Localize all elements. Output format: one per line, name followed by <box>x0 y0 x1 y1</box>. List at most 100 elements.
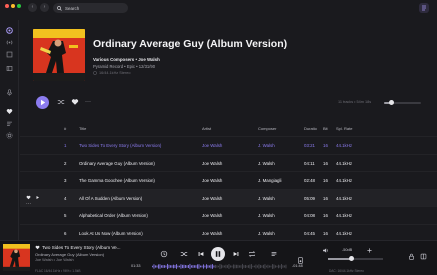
waveform-bar <box>179 265 180 268</box>
track-composer: J. Walsh <box>258 213 275 218</box>
shuffle-icon <box>180 252 188 256</box>
col-rate[interactable]: Spl. Rate <box>336 126 352 131</box>
album-artists[interactable]: Various Composers • Joe Walsh <box>93 57 160 62</box>
track-row[interactable]: ··· 4 All Of A Sudden (Album Version) Joe W… <box>20 188 437 207</box>
track-artist[interactable]: Joe Walsh <box>202 143 222 148</box>
play-album-button[interactable] <box>36 96 49 109</box>
now-playing-favorite-button[interactable] <box>35 245 40 252</box>
volume-icon[interactable] <box>322 247 329 254</box>
track-row[interactable]: 2 Ordinary Average Guy (Album Version) Joe… <box>20 153 437 171</box>
track-duration: 04:08 <box>304 213 315 218</box>
search-bar[interactable] <box>53 3 128 13</box>
lock-button[interactable] <box>408 253 415 260</box>
volume-up-button[interactable] <box>366 247 373 254</box>
pause-button[interactable] <box>211 247 225 261</box>
track-duration: 03:21 <box>304 143 315 148</box>
speaker-device-icon <box>298 257 303 264</box>
favorite-album-button[interactable] <box>71 98 79 106</box>
album-volume-slider[interactable] <box>384 100 421 105</box>
waveform-bar <box>282 265 284 268</box>
track-row[interactable]: 3 The Gamma Goochee (Album Version) Joe Wa… <box>20 171 437 188</box>
volume-db: -50dB <box>342 248 353 252</box>
waveform-bar <box>258 264 260 269</box>
track-artist[interactable]: Joe Walsh <box>202 213 222 218</box>
waveform-bar <box>257 265 258 268</box>
waveform-bar <box>285 264 287 269</box>
col-duration[interactable]: Duratio <box>304 126 317 131</box>
search-input[interactable] <box>65 5 125 11</box>
album-icon <box>6 51 13 58</box>
col-num[interactable]: # <box>64 126 66 131</box>
player-volume-slider[interactable] <box>328 256 383 261</box>
repeat-icon <box>248 251 256 257</box>
waveform-bar <box>201 265 203 268</box>
repeat-button[interactable] <box>248 250 256 258</box>
shuffle-button[interactable] <box>57 98 65 106</box>
waveform-bar <box>278 264 279 269</box>
track-rate: 44.1kHz <box>336 178 353 183</box>
track-row[interactable]: 1 Two Sides To Every Story (Album Version… <box>20 136 437 153</box>
close-window-button[interactable] <box>5 4 9 8</box>
track-title[interactable]: Alphabetical Order (Album Version) <box>79 213 148 218</box>
quality-icon <box>93 71 97 75</box>
next-button[interactable] <box>232 250 240 258</box>
queue-button[interactable] <box>419 3 429 13</box>
col-composer[interactable]: Composer <box>258 126 276 131</box>
track-duration: 02:48 <box>304 178 315 183</box>
sidebar-item-radio[interactable] <box>6 39 13 46</box>
forward-button[interactable]: › <box>40 3 49 12</box>
sidebar-item-home[interactable] <box>6 27 13 34</box>
sidebar-item-library[interactable] <box>6 65 13 72</box>
waveform-bar <box>155 265 156 268</box>
now-playing-artist[interactable]: Joe Walsh • Joe Walsh <box>35 258 74 262</box>
col-artist[interactable]: Artist <box>202 126 211 131</box>
sidebar-item-microphone[interactable] <box>6 89 13 96</box>
col-title[interactable]: Title <box>79 126 86 131</box>
history-button[interactable] <box>160 250 168 258</box>
track-title[interactable]: Ordinary Average Guy (Album Version) <box>79 161 155 166</box>
track-row[interactable]: 6 Look At Us Now (Album Version) Joe Walsh… <box>20 223 437 241</box>
play-icon[interactable] <box>35 195 40 200</box>
waveform-bar <box>204 265 206 268</box>
back-button[interactable]: ‹ <box>28 3 37 12</box>
track-title[interactable]: Two Sides To Every Story (Album Version) <box>79 143 161 148</box>
sidebar-item-albums[interactable] <box>6 51 13 58</box>
track-artist[interactable]: Joe Walsh <box>202 231 222 236</box>
track-rate: 44.1kHz <box>336 213 353 218</box>
track-title[interactable]: The Gamma Goochee (Album Version) <box>79 178 155 183</box>
col-bit[interactable]: Bit <box>323 126 328 131</box>
sidebar-item-favorites[interactable] <box>6 108 13 115</box>
more-options-button[interactable]: ··· <box>84 98 92 106</box>
track-bit: 16 <box>323 160 328 166</box>
sidebar-item-settings[interactable] <box>6 132 13 139</box>
expand-button[interactable] <box>420 253 427 260</box>
previous-button[interactable] <box>197 250 205 258</box>
album-volume-knob[interactable] <box>388 100 394 105</box>
library-icon <box>6 66 13 71</box>
title-bar: ‹ › <box>0 0 437 20</box>
track-row[interactable]: 5 Alphabetical Order (Album Version) Joe W… <box>20 206 437 223</box>
heart-icon[interactable] <box>26 195 31 200</box>
now-playing-title[interactable]: Two Sides To Every Story (Album Ve... <box>42 245 121 250</box>
tracks-info: 11 tracks • 54m 18s <box>338 100 372 104</box>
zoom-window-button[interactable] <box>17 4 21 8</box>
player-volume-knob[interactable] <box>348 256 354 261</box>
now-playing-cover[interactable] <box>3 244 30 271</box>
waveform-bar <box>263 264 264 269</box>
waveform-bar <box>221 264 222 269</box>
track-artist[interactable]: Joe Walsh <box>202 178 222 183</box>
track-artist[interactable]: Joe Walsh <box>202 196 222 201</box>
minimize-window-button[interactable] <box>11 4 15 8</box>
track-title[interactable]: All Of A Sudden (Album Version) <box>79 196 142 201</box>
waveform-bar <box>222 265 224 268</box>
waveform-seekbar[interactable] <box>152 263 287 270</box>
track-title[interactable]: Look At Us Now (Album Version) <box>79 231 143 236</box>
track-table-header: # Title Artist Composer Duratio Bit Spl.… <box>20 124 437 134</box>
shuffle-button-player[interactable] <box>180 250 188 258</box>
now-playing-album[interactable]: Ordinary Average Guy (Album Version) <box>35 252 104 257</box>
device-button[interactable] <box>297 257 304 264</box>
track-artist[interactable]: Joe Walsh <box>202 161 222 166</box>
lyrics-button[interactable] <box>270 250 278 258</box>
sidebar-item-playlists[interactable] <box>6 120 13 127</box>
track-bit: 16 <box>323 143 328 148</box>
